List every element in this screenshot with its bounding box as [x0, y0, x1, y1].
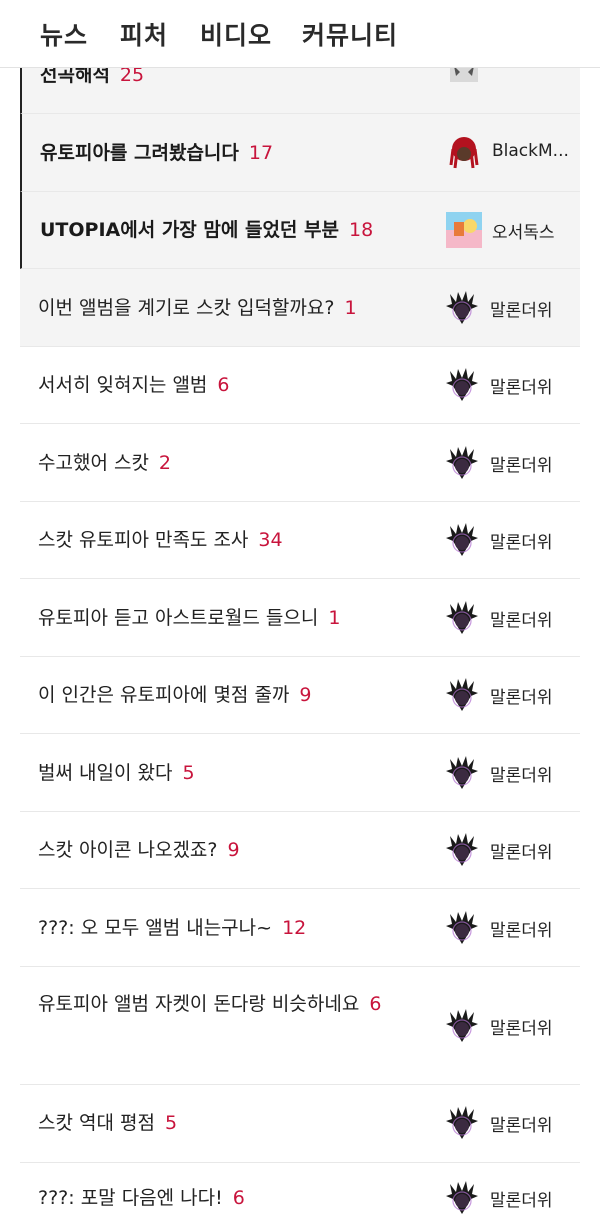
comment-count: 12 [282, 917, 307, 939]
post-title: 스캇 역대 평점 5 [38, 1112, 178, 1134]
comment-count: 18 [348, 219, 374, 241]
spiky-hair-avatar-icon [446, 678, 478, 711]
author-name: 말론더위 [490, 378, 553, 398]
post-title: 스캇 유토피아 만족도 조사 34 [38, 529, 283, 551]
post-title: ???: 오 모두 앨범 내는구나~ 12 [38, 917, 307, 939]
post-author[interactable]: 말론더위 [440, 284, 580, 332]
spiky-hair-avatar-icon [446, 1181, 478, 1214]
post-author[interactable]: 오서독스 [442, 206, 582, 254]
spiky-hair-avatar-icon [446, 833, 478, 866]
spiky-hair-avatar-icon [446, 291, 478, 324]
author-name: 말론더위 [490, 1019, 553, 1039]
post-row[interactable]: 유토피아 듣고 아스트로월드 들으니 1 말론더위 [20, 579, 580, 657]
author-name: 말론더위 [490, 456, 553, 476]
post-author[interactable]: 말론더위 [440, 1174, 580, 1222]
comment-count: 2 [158, 452, 172, 474]
spiky-hair-avatar-icon [446, 446, 478, 479]
post-row[interactable]: 스캇 유토피아 만족도 조사 34 말론더위 [20, 502, 580, 579]
post-row[interactable]: UTOPIA에서 가장 맘에 들었던 부분 18 오서독스 [20, 192, 580, 269]
comment-count: 34 [258, 529, 283, 551]
post-author[interactable]: 말론더위 [440, 826, 580, 874]
post-title: 수고했어 스캇 2 [38, 452, 172, 474]
comment-count: 6 [369, 993, 382, 1015]
spiky-hair-avatar-icon [446, 601, 478, 634]
spiky-hair-avatar-icon [446, 368, 478, 401]
post-title: 스캇 아이콘 나오겠죠? 9 [38, 839, 240, 861]
author-name: 말론더위 [490, 843, 553, 863]
red-hair-avatar-icon [449, 137, 479, 169]
nav-tab-community[interactable]: 커뮤니티 [302, 16, 398, 52]
author-name: 말론더위 [490, 611, 553, 631]
comment-count: 9 [227, 839, 240, 861]
author-name: 말론더위 [490, 688, 553, 708]
comment-count: 1 [328, 607, 341, 629]
post-author[interactable]: 말론더위 [440, 749, 580, 797]
post-title: 이 인간은 유토피아에 몇점 줄까 9 [38, 684, 312, 706]
author-name: 말론더위 [490, 766, 553, 786]
post-title: 유토피아를 그려봤습니다 17 [40, 142, 274, 164]
comment-count: 1 [344, 297, 357, 319]
nav-tab-video[interactable]: 비디오 [200, 16, 272, 52]
spiky-hair-avatar-icon [446, 1009, 478, 1042]
post-author[interactable]: 말론더위 [440, 904, 580, 952]
post-row[interactable]: 스캇 아이콘 나오겠죠? 9 말론더위 [20, 812, 580, 889]
post-row[interactable]: 이 인간은 유토피아에 몇점 줄까 9 말론더위 [20, 657, 580, 734]
author-name: BlackM... [492, 141, 569, 161]
author-name: 말론더위 [490, 1191, 553, 1211]
spiky-hair-avatar-icon [446, 1106, 478, 1139]
comment-count: 6 [232, 1187, 245, 1209]
author-name: 오서독스 [492, 223, 555, 243]
comment-count: 17 [248, 142, 274, 164]
spiky-hair-avatar-icon [446, 756, 478, 789]
post-row[interactable]: 스캇 역대 평점 5 말론더위 [20, 1085, 580, 1163]
post-author[interactable]: 말론더위 [440, 594, 580, 642]
post-author[interactable]: 말론더위 [440, 1099, 580, 1147]
post-title: 유토피아 듣고 아스트로월드 들으니 1 [38, 607, 341, 629]
post-row[interactable]: 이번 앨범을 계기로 스캇 입덕할까요? 1 말론더위 [20, 269, 580, 347]
nav-tab-news[interactable]: 뉴스 [40, 16, 88, 52]
post-title: UTOPIA에서 가장 맘에 들었던 부분 18 [40, 219, 374, 241]
post-row[interactable]: ???: 포말 다음엔 나다! 6 말론더위 [20, 1163, 580, 1223]
nav-tab-features[interactable]: 피처 [120, 16, 168, 52]
spiky-hair-avatar-icon [446, 523, 478, 556]
post-author[interactable]: BlackM... [442, 129, 582, 177]
post-title: 서서히 잊혀지는 앨범 6 [38, 374, 230, 396]
post-title: 벌써 내일이 왔다 5 [38, 762, 195, 784]
comment-count: 9 [299, 684, 312, 706]
comment-count: 5 [182, 762, 195, 784]
comment-count: 6 [217, 374, 230, 396]
comment-count: 5 [164, 1112, 178, 1134]
post-row[interactable]: ???: 오 모두 앨범 내는구나~ 12 말론더위 [20, 889, 580, 967]
post-row[interactable]: 벌써 내일이 왔다 5 말론더위 [20, 734, 580, 812]
post-row[interactable]: 서서히 잊혀지는 앨범 6 말론더위 [20, 347, 580, 424]
post-title: 유토피아 앨범 자켓이 돈다랑 비슷하네요 6 [38, 993, 382, 1015]
post-author[interactable]: 말론더위 [440, 1002, 580, 1050]
post-author[interactable]: 말론더위 [440, 671, 580, 719]
author-name: 말론더위 [490, 533, 553, 553]
post-row[interactable]: 유토피아 앨범 자켓이 돈다랑 비슷하네요 6 말론더위 [20, 967, 580, 1085]
album-cover-avatar-icon [446, 212, 482, 248]
post-list: 선곡해석 25 유토피아를 그려봤습니다 17 BlackM... UTOPIA에서… [20, 0, 580, 1223]
post-author[interactable]: 말론더위 [440, 361, 580, 409]
author-name: 말론더위 [490, 301, 553, 321]
spiky-hair-avatar-icon [446, 911, 478, 944]
author-name: 말론더위 [490, 921, 553, 941]
post-row[interactable]: 수고했어 스캇 2 말론더위 [20, 424, 580, 502]
post-row[interactable]: 유토피아를 그려봤습니다 17 BlackM... [20, 114, 580, 192]
post-title: ???: 포말 다음엔 나다! 6 [38, 1187, 245, 1209]
post-author[interactable]: 말론더위 [440, 516, 580, 564]
top-navigation: 뉴스 피처 비디오 커뮤니티 [0, 0, 600, 68]
post-author[interactable]: 말론더위 [440, 439, 580, 487]
post-title: 이번 앨범을 계기로 스캇 입덕할까요? 1 [38, 297, 357, 319]
author-name: 말론더위 [490, 1116, 553, 1136]
